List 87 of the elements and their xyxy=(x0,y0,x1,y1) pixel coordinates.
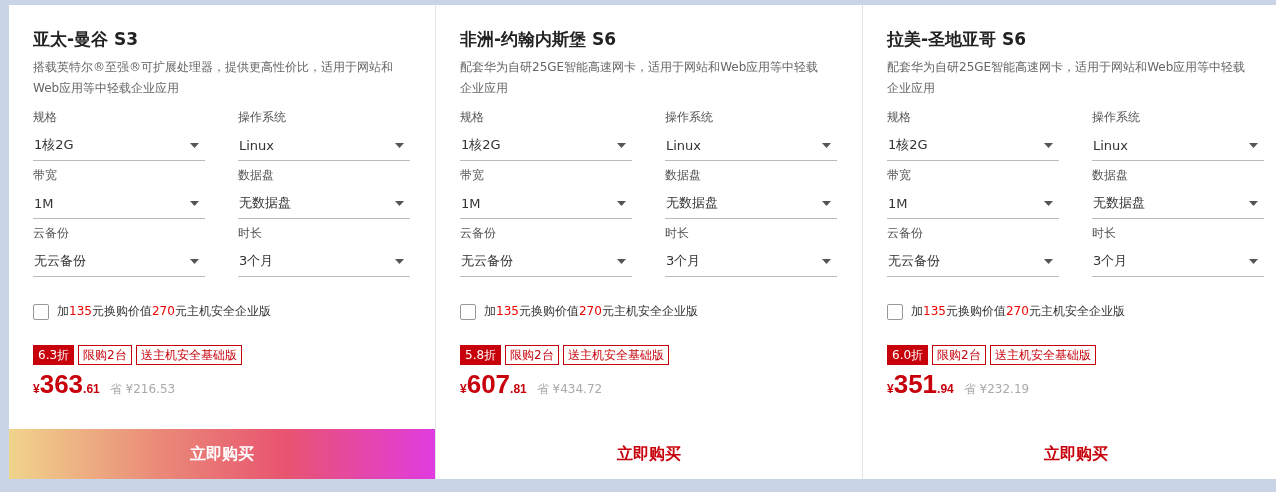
dropdown-select[interactable]: 3个月 xyxy=(1092,246,1264,277)
caret-icon xyxy=(190,200,199,206)
dropdown-select[interactable]: 3个月 xyxy=(665,246,837,277)
dropdown-select[interactable]: 无云备份 xyxy=(887,246,1059,277)
checkbox[interactable] xyxy=(33,303,49,320)
caret-icon xyxy=(1044,258,1053,264)
card-description: 配套华为自研25GE智能高速网卡，适用于网站和Web应用等中轻载企业应用 xyxy=(887,59,1247,97)
field-label: 规格 xyxy=(887,109,912,125)
currency-symbol: ¥ xyxy=(887,382,894,396)
promo-tag: 限购2台 xyxy=(505,345,559,365)
dropdown-select[interactable]: Linux xyxy=(1092,130,1264,161)
promo-tag: 限购2台 xyxy=(932,345,986,365)
caret-icon xyxy=(1249,200,1258,206)
field-label: 云备份 xyxy=(460,225,497,241)
price-integer: 351 xyxy=(893,369,938,400)
field-label: 云备份 xyxy=(33,225,70,241)
field-label: 带宽 xyxy=(33,167,58,183)
dropdown-select[interactable]: 1M xyxy=(33,188,205,219)
discount-badge: 6.3折 xyxy=(33,345,75,365)
field-label: 带宽 xyxy=(887,167,912,183)
card-description: 搭载英特尔®至强®可扩展处理器，提供更高性价比，适用于网站和Web应用等中轻载企业应用 xyxy=(33,59,394,97)
price-integer: 363 xyxy=(39,369,84,400)
savings-text: 省 ¥232.19 xyxy=(963,381,1030,398)
dropdown-select[interactable]: 1核2G xyxy=(460,130,632,161)
caret-icon xyxy=(1044,200,1053,206)
addon-label: 加135元换购价值270元主机安全企业版 xyxy=(911,303,1125,320)
promo-tag: 送主机安全基础版 xyxy=(135,345,242,365)
field-label: 时长 xyxy=(1092,225,1117,241)
dropdown-select[interactable]: 1核2G xyxy=(887,130,1059,161)
field-label: 操作系统 xyxy=(238,109,287,125)
dropdown-select[interactable]: 1核2G xyxy=(33,130,205,161)
caret-icon xyxy=(617,258,626,264)
dropdown-select[interactable]: 1M xyxy=(887,188,1059,219)
caret-icon xyxy=(1044,142,1053,148)
dropdown-select[interactable]: 无数据盘 xyxy=(238,188,410,219)
promo-tag: 送主机安全基础版 xyxy=(562,345,669,365)
promo-tag: 送主机安全基础版 xyxy=(989,345,1096,365)
caret-icon xyxy=(1249,142,1258,148)
dropdown-select[interactable]: Linux xyxy=(238,130,410,161)
dropdown-select[interactable]: 1M xyxy=(460,188,632,219)
field-label: 数据盘 xyxy=(665,167,702,183)
dropdown-select[interactable]: 无云备份 xyxy=(33,246,205,277)
discount-badge: 5.8折 xyxy=(460,345,502,365)
checkbox[interactable] xyxy=(460,303,476,320)
addon-label: 加135元换购价值270元主机安全企业版 xyxy=(484,303,698,320)
dropdown-select[interactable]: 3个月 xyxy=(238,246,410,277)
caret-icon xyxy=(617,200,626,206)
field-label: 数据盘 xyxy=(238,167,275,183)
field-label: 时长 xyxy=(238,225,263,241)
dropdown-select[interactable]: 无数据盘 xyxy=(1092,188,1264,219)
savings-text: 省 ¥216.53 xyxy=(109,381,176,398)
caret-icon xyxy=(822,200,831,206)
card-title: 非洲-约翰内斯堡 S6 xyxy=(460,28,618,51)
caret-icon xyxy=(822,258,831,264)
dropdown-select[interactable]: 无云备份 xyxy=(460,246,632,277)
caret-icon xyxy=(822,142,831,148)
field-label: 操作系统 xyxy=(665,109,714,125)
caret-icon xyxy=(395,258,404,264)
price-decimal: .94 xyxy=(937,382,954,396)
field-label: 规格 xyxy=(460,109,485,125)
field-label: 带宽 xyxy=(460,167,485,183)
field-label: 云备份 xyxy=(887,225,924,241)
field-label: 规格 xyxy=(33,109,58,125)
caret-icon xyxy=(190,142,199,148)
caret-icon xyxy=(190,258,199,264)
dropdown-select[interactable]: Linux xyxy=(665,130,837,161)
dropdown-select[interactable]: 无数据盘 xyxy=(665,188,837,219)
checkbox[interactable] xyxy=(887,303,903,320)
card-description: 配套华为自研25GE智能高速网卡，适用于网站和Web应用等中轻载企业应用 xyxy=(460,59,820,97)
card-title: 拉美-圣地亚哥 S6 xyxy=(887,28,1028,51)
card-title: 亚太-曼谷 S3 xyxy=(33,28,140,51)
price-decimal: .61 xyxy=(83,382,100,396)
caret-icon xyxy=(395,200,404,206)
field-label: 数据盘 xyxy=(1092,167,1129,183)
field-label: 时长 xyxy=(665,225,690,241)
caret-icon xyxy=(395,142,404,148)
caret-icon xyxy=(617,142,626,148)
currency-symbol: ¥ xyxy=(460,382,467,396)
price-integer: 607 xyxy=(466,369,511,400)
currency-symbol: ¥ xyxy=(33,382,40,396)
field-label: 操作系统 xyxy=(1092,109,1141,125)
savings-text: 省 ¥434.72 xyxy=(536,381,603,398)
caret-icon xyxy=(1249,258,1258,264)
promo-tag: 限购2台 xyxy=(78,345,132,365)
price-decimal: .81 xyxy=(510,382,527,396)
addon-label: 加135元换购价值270元主机安全企业版 xyxy=(57,303,271,320)
discount-badge: 6.0折 xyxy=(887,345,929,365)
